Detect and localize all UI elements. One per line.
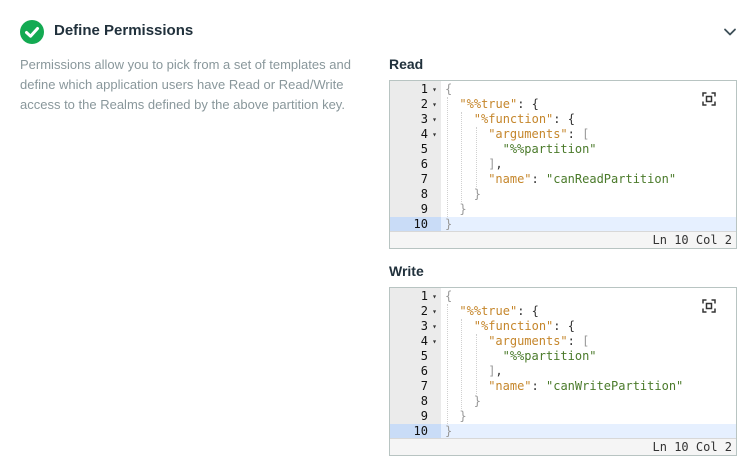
write-label: Write	[389, 263, 424, 279]
code-lines[interactable]: 1 ▾{2 ▾ "%%true": {3 ▾ "%function": {4 ▾ "argum…	[390, 288, 736, 439]
expand-icon[interactable]	[702, 92, 716, 106]
line-number: 8	[420, 394, 428, 408]
code-line[interactable]: 7 "name": "canReadPartition"	[390, 172, 736, 187]
code-text: }	[473, 187, 482, 201]
code-line[interactable]: 10}	[390, 424, 736, 439]
chevron-down-icon[interactable]	[722, 24, 738, 40]
code-text: "%%true": {	[459, 304, 539, 318]
code-line[interactable]: 8}	[390, 187, 736, 202]
code-line[interactable]: 2 ▾ "%%true": {	[390, 304, 736, 319]
indent-guide	[461, 112, 463, 202]
line-number: 7	[420, 379, 428, 393]
code-text: "arguments": [	[488, 334, 590, 348]
code-line[interactable]: 5 "%%partition"	[390, 142, 736, 157]
code-text: }	[459, 409, 467, 423]
line-number: 6	[420, 157, 428, 171]
fold-toggle-icon[interactable]: ▾	[430, 127, 439, 142]
code-line[interactable]: 3 ▾ "%function": {	[390, 319, 736, 334]
line-number: 8	[420, 187, 428, 201]
fold-toggle-icon[interactable]: ▾	[430, 334, 439, 349]
line-number: 7	[420, 172, 428, 186]
indent-guide	[475, 334, 477, 394]
code-line[interactable]: 7 "name": "canWritePartition"	[390, 379, 736, 394]
fold-toggle-icon[interactable]: ▾	[430, 319, 439, 334]
indent-guide	[447, 97, 448, 217]
code-line[interactable]: 8}	[390, 394, 736, 409]
fold-toggle-icon[interactable]: ▾	[430, 304, 439, 319]
code-text: "name": "canWritePartition"	[488, 379, 684, 393]
code-text: ],	[488, 364, 503, 378]
code-lines[interactable]: 1 ▾{2 ▾ "%%true": {3 ▾ "%function": {4 ▾ "argum…	[390, 81, 736, 232]
indent-guide	[447, 304, 448, 424]
code-text: }	[445, 424, 453, 438]
code-text: }	[459, 202, 467, 216]
code-text: }	[445, 217, 453, 231]
code-line[interactable]: 4 ▾ "arguments": [	[390, 334, 736, 349]
fold-toggle-icon[interactable]: ▾	[430, 112, 439, 127]
code-text: {	[445, 289, 453, 303]
code-text: ],	[488, 157, 503, 171]
line-number: 9	[420, 202, 428, 216]
code-text: "name": "canReadPartition"	[488, 172, 677, 186]
code-text: "%%partition"	[502, 349, 597, 363]
line-number: 5	[420, 142, 428, 156]
code-text: {	[445, 82, 453, 96]
fold-toggle-icon[interactable]: ▾	[430, 97, 439, 112]
code-line[interactable]: 10}	[390, 217, 736, 232]
code-line[interactable]: 6],	[390, 364, 736, 379]
code-text: }	[473, 394, 482, 408]
write-code-editor[interactable]: 1 ▾{2 ▾ "%%true": {3 ▾ "%function": {4 ▾ "argum…	[389, 287, 737, 456]
fold-toggle-icon[interactable]: ▾	[430, 82, 439, 97]
fold-toggle-icon[interactable]: ▾	[430, 289, 439, 304]
line-number: 10	[390, 424, 441, 439]
code-line[interactable]: 9}	[390, 409, 736, 424]
line-number: 5	[420, 349, 428, 363]
code-line[interactable]: 2 ▾ "%%true": {	[390, 97, 736, 112]
indent-guide	[461, 319, 463, 409]
code-text: "%function": {	[473, 112, 575, 126]
section-header[interactable]: Define Permissions	[20, 19, 742, 45]
code-line[interactable]: 3 ▾ "%function": {	[390, 112, 736, 127]
line-number: 10	[390, 217, 441, 232]
read-label: Read	[389, 56, 424, 72]
code-line[interactable]: 6],	[390, 157, 736, 172]
code-line[interactable]: 5 "%%partition"	[390, 349, 736, 364]
code-text: "%%partition"	[502, 142, 597, 156]
indent-guide	[475, 127, 477, 187]
section-title: Define Permissions	[54, 22, 194, 39]
permissions-description: Permissions allow you to pick from a set…	[20, 57, 351, 112]
code-line[interactable]: 1 ▾{	[390, 82, 736, 97]
code-line[interactable]: 9}	[390, 202, 736, 217]
code-text: "arguments": [	[488, 127, 590, 141]
cursor-position: Ln 10 Col 2	[390, 438, 736, 455]
line-number: 6	[420, 364, 428, 378]
code-line[interactable]: 1 ▾{	[390, 289, 736, 304]
code-line[interactable]: 4 ▾ "arguments": [	[390, 127, 736, 142]
check-circle-icon	[20, 20, 44, 44]
expand-icon[interactable]	[702, 299, 716, 313]
code-text: "%function": {	[473, 319, 575, 333]
code-text: "%%true": {	[459, 97, 539, 111]
cursor-position: Ln 10 Col 2	[390, 231, 736, 248]
read-code-editor[interactable]: 1 ▾{2 ▾ "%%true": {3 ▾ "%function": {4 ▾ "argum…	[389, 80, 737, 249]
line-number: 9	[420, 409, 428, 423]
